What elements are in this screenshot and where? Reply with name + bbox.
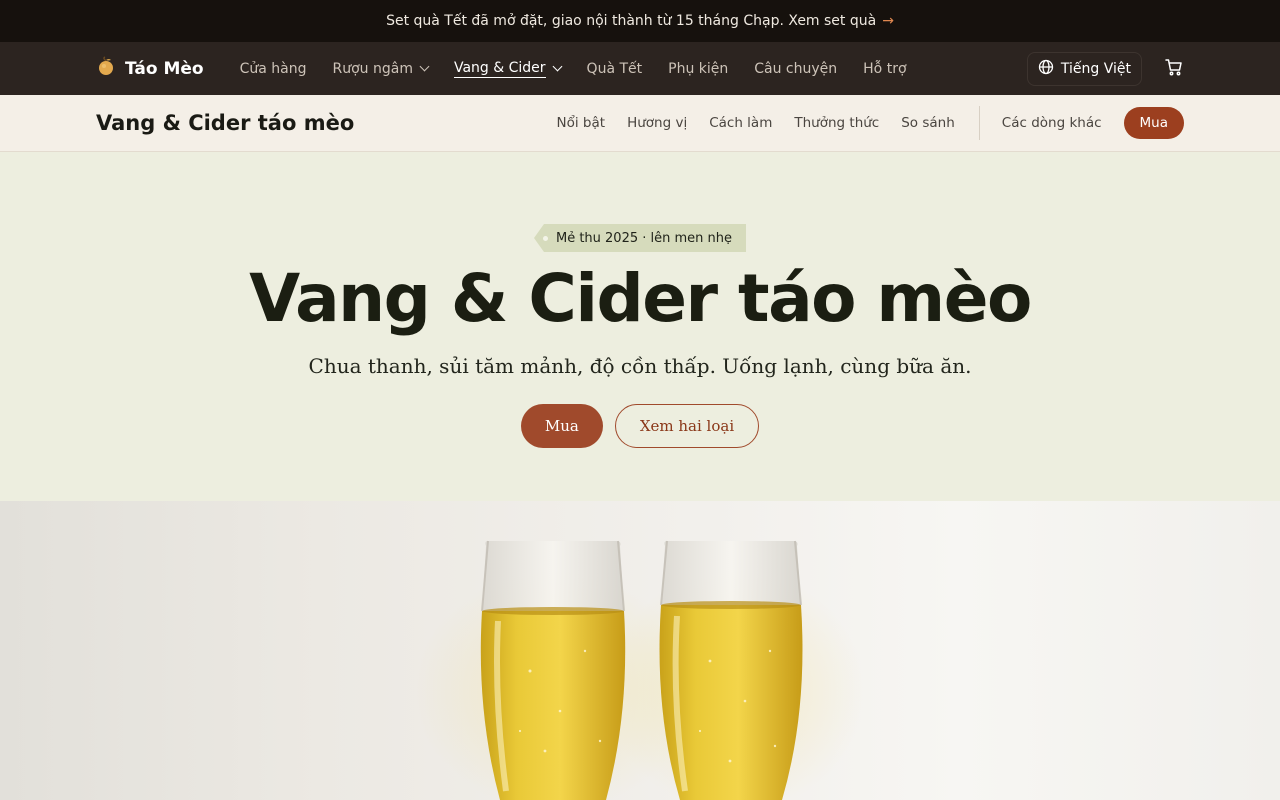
cart-button[interactable] [1164,57,1184,81]
brand-logo[interactable]: Táo Mèo [96,56,204,81]
hero-actions: Mua Xem hai loại [520,404,760,448]
two-cider-glasses-image [415,540,865,800]
language-selector[interactable]: Tiếng Việt [1026,51,1142,86]
nav-item-label: Hỗ trợ [863,60,907,77]
nav-right: Tiếng Việt [1026,51,1184,86]
nav-item-label: Rượu ngâm [332,60,413,77]
tag-hole-icon [542,236,548,241]
subnav-link-highlights[interactable]: Nổi bật [557,115,606,131]
nav-item-label: Câu chuyện [754,60,838,77]
view-both-button[interactable]: Xem hai loại [614,404,760,448]
hero-subtitle: Chua thanh, sủi tăm mảnh, độ cồn thấp. U… [308,354,972,378]
hero-section: Mẻ thu 2025 · lên men nhẹ Vang & Cider t… [0,152,1280,501]
nav-item-wine-cider[interactable]: Vang & Cider [453,59,562,78]
hero-photo [0,501,1280,800]
promo-banner[interactable]: Set quà Tết đã mở đặt, giao nội thành từ… [0,0,1280,42]
subnav-link-enjoy[interactable]: Thưởng thức [794,115,879,131]
nav-item-tet-gifts[interactable]: Quà Tết [587,61,643,77]
subnav-buy-button[interactable]: Mua [1123,107,1184,139]
nav-item-infused-liquor[interactable]: Rượu ngâm [332,60,430,77]
chevron-down-icon [419,61,430,72]
language-label: Tiếng Việt [1060,60,1131,77]
buy-button[interactable]: Mua [520,404,603,448]
nav-item-shop[interactable]: Cửa hàng [240,61,307,77]
chevron-down-icon [552,61,562,72]
nav-item-story[interactable]: Câu chuyện [754,61,837,77]
nav-item-label: Vang & Cider [453,59,546,78]
subnav-link-flavor[interactable]: Hương vị [627,115,687,131]
hero-title: Vang & Cider táo mèo [249,260,1032,337]
subnav-link-compare[interactable]: So sánh [901,115,955,131]
promo-text[interactable]: Set quà Tết đã mở đặt, giao nội thành từ… [386,13,876,29]
arrow-right-icon[interactable]: → [882,13,894,29]
subnav-links: Nổi bật Hương vị Cách làm Thưởng thức So… [557,106,1184,140]
subnav-link-process[interactable]: Cách làm [709,115,772,131]
apple-icon [96,56,116,81]
subnav-divider [978,106,980,140]
nav-item-label: Quà Tết [586,60,643,77]
batch-tag: Mẻ thu 2025 · lên men nhẹ [533,224,747,252]
brand-name: Táo Mèo [125,58,204,79]
globe-icon [1038,59,1054,79]
nav-item-label: Phụ kiện [668,60,729,77]
subnav-title: Vang & Cider táo mèo [96,111,355,135]
batch-tag-label: Mẻ thu 2025 · lên men nhẹ [555,230,733,246]
main-nav: Táo Mèo Cửa hàng Rượu ngâm Vang & Cider … [0,42,1280,95]
nav-item-label: Cửa hàng [239,60,307,77]
nav-item-support[interactable]: Hỗ trợ [863,61,906,77]
product-subnav: Vang & Cider táo mèo Nổi bật Hương vị Cá… [0,95,1280,152]
subnav-link-other-lines[interactable]: Các dòng khác [1002,115,1102,131]
nav-item-accessories[interactable]: Phụ kiện [668,61,728,77]
nav-links: Cửa hàng Rượu ngâm Vang & Cider Quà Tết … [240,60,907,78]
cart-icon [1164,57,1184,81]
